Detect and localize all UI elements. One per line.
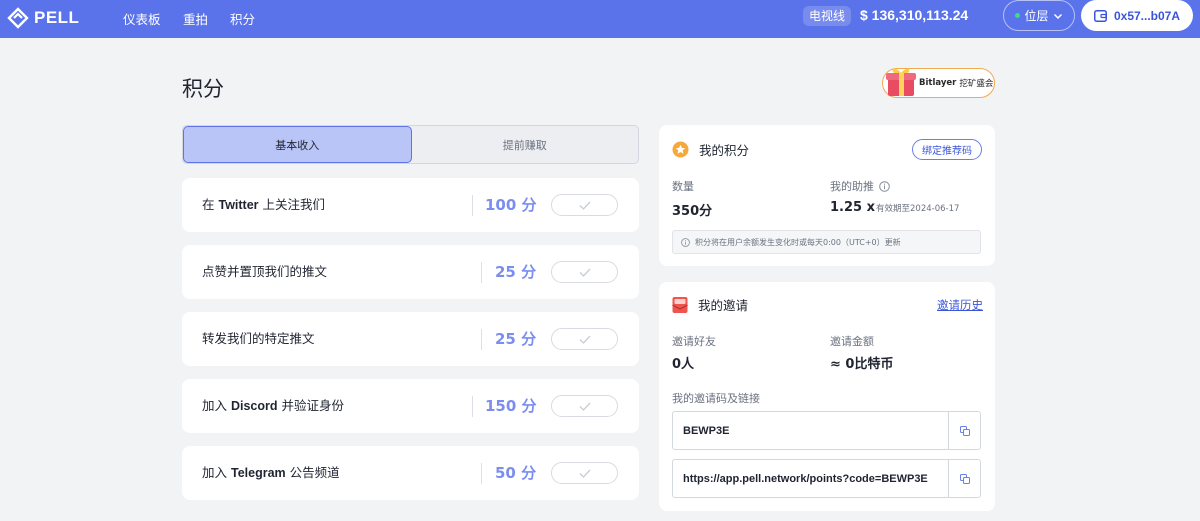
tvl-label: 电视线 — [803, 6, 852, 26]
task-label: 在 Twitter 上关注我们 — [202, 197, 326, 212]
divider — [472, 396, 473, 417]
amount-label: 邀请金额 — [830, 335, 874, 348]
pell-logo-icon — [7, 7, 29, 29]
task-label: 加入 Telegram 公告频道 — [202, 465, 340, 480]
invite-link-field[interactable]: https://app.pell.network/points?code=BEW… — [672, 459, 981, 498]
friends-label: 邀请好友 — [672, 335, 716, 348]
tab-early-earn[interactable]: 提前赚取 — [412, 126, 639, 163]
boost-expiry: 有效期至2024-06-17 — [876, 204, 960, 214]
promo-brand: Bitlayer — [919, 78, 957, 88]
task-points: 25 分 — [495, 263, 537, 281]
task-card: 加入 Telegram 公告频道 50 分 — [182, 446, 639, 500]
task-points: 150 分 — [485, 397, 537, 415]
task-verify-button[interactable] — [551, 261, 618, 283]
my-points-card: 我的积分 绑定推荐码 数量 350分 我的助推 1.25 x 有效期至2024-… — [659, 125, 995, 266]
amount-value: ≈ 0比特币 — [830, 357, 894, 372]
bind-referral-button[interactable]: 绑定推荐码 — [912, 139, 982, 160]
quantity-label: 数量 — [672, 180, 694, 193]
task-label: 加入 Discord 并验证身份 — [202, 398, 345, 413]
invite-history-link[interactable]: 邀请历史 — [937, 297, 983, 313]
top-navbar: PELL 仪表板 重拍 积分 电视线 $ 136,310,113.24 位层 0… — [0, 0, 1200, 38]
check-icon — [579, 469, 590, 478]
task-card: 点赞并置顶我们的推文 25 分 — [182, 245, 639, 299]
card-header: 我的邀请 — [672, 295, 748, 314]
task-verify-button[interactable] — [551, 194, 618, 216]
copy-icon — [959, 473, 970, 484]
brand-logo[interactable]: PELL — [6, 5, 79, 31]
network-label: 位层 — [1024, 9, 1049, 23]
code-label: 我的邀请码及链接 — [672, 392, 760, 405]
update-note: 积分将在用户余额发生变化时或每天0:00（UTC+0）更新 — [672, 230, 981, 254]
task-label: 转发我们的特定推文 — [202, 331, 315, 346]
brand-name: PELL — [34, 8, 80, 27]
task-points: 100 分 — [485, 196, 537, 214]
nav-dashboard[interactable]: 仪表板 — [123, 9, 161, 28]
my-invites-card: 我的邀请 邀请历史 邀请好友 0人 邀请金额 ≈ 0比特币 我的邀请码及链接 B… — [659, 282, 995, 511]
task-verify-button[interactable] — [551, 395, 618, 417]
status-dot-icon — [1015, 13, 1021, 18]
boost-label-row: 我的助推 — [830, 178, 890, 194]
card-title: 我的积分 — [699, 143, 750, 158]
copy-code-button[interactable] — [948, 412, 980, 449]
check-icon — [579, 201, 590, 210]
divider — [472, 195, 473, 216]
network-selector[interactable]: 位层 — [1003, 0, 1075, 31]
invite-link: https://app.pell.network/points?code=BEW… — [683, 472, 928, 485]
task-card: 转发我们的特定推文 25 分 — [182, 312, 639, 366]
star-badge-icon — [672, 141, 689, 158]
task-label: 点赞并置顶我们的推文 — [202, 264, 328, 279]
boost-label: 我的助推 — [830, 180, 874, 193]
wallet-icon — [1093, 9, 1107, 22]
tvl-value: $ 136,310,113.24 — [860, 7, 969, 23]
envelope-icon — [672, 296, 688, 313]
update-note-text: 积分将在用户余额发生变化时或每天0:00（UTC+0）更新 — [695, 237, 901, 247]
boost-value: 1.25 x — [830, 200, 875, 215]
divider — [481, 463, 482, 484]
friends-value: 0人 — [672, 357, 695, 372]
check-icon — [579, 268, 590, 277]
task-points: 25 分 — [495, 330, 537, 348]
promo-banner[interactable]: Bitlayer 挖矿盛会 — [882, 68, 995, 98]
promo-text: 挖矿盛会 — [959, 79, 994, 89]
info-icon[interactable] — [879, 180, 890, 192]
invite-code-field[interactable]: BEWP3E — [672, 411, 981, 450]
card-header: 我的积分 — [672, 140, 749, 159]
task-points: 50 分 — [495, 464, 537, 482]
copy-icon — [959, 425, 970, 436]
check-icon — [579, 402, 590, 411]
earn-tabs: 基本收入 提前赚取 — [182, 125, 639, 164]
quantity-value: 350分 — [672, 204, 713, 219]
check-icon — [579, 335, 590, 344]
task-verify-button[interactable] — [551, 462, 618, 484]
card-title: 我的邀请 — [698, 298, 749, 313]
chevron-down-icon — [1053, 13, 1062, 19]
nav-restake[interactable]: 重拍 — [183, 9, 208, 28]
task-card: 在 Twitter 上关注我们 100 分 — [182, 178, 639, 232]
wallet-button[interactable]: 0x57...b07A — [1081, 0, 1193, 31]
tab-basic-income[interactable]: 基本收入 — [183, 126, 412, 163]
wallet-address: 0x57...b07A — [1113, 8, 1181, 23]
invite-code: BEWP3E — [683, 424, 730, 437]
task-card: 加入 Discord 并验证身份 150 分 — [182, 379, 639, 433]
divider — [481, 262, 482, 283]
copy-link-button[interactable] — [948, 460, 980, 497]
gift-icon — [886, 68, 916, 96]
nav-points[interactable]: 积分 — [230, 9, 255, 28]
info-icon — [681, 237, 690, 247]
divider — [481, 329, 482, 350]
task-verify-button[interactable] — [551, 328, 618, 350]
page-title: 积分 — [182, 77, 224, 101]
